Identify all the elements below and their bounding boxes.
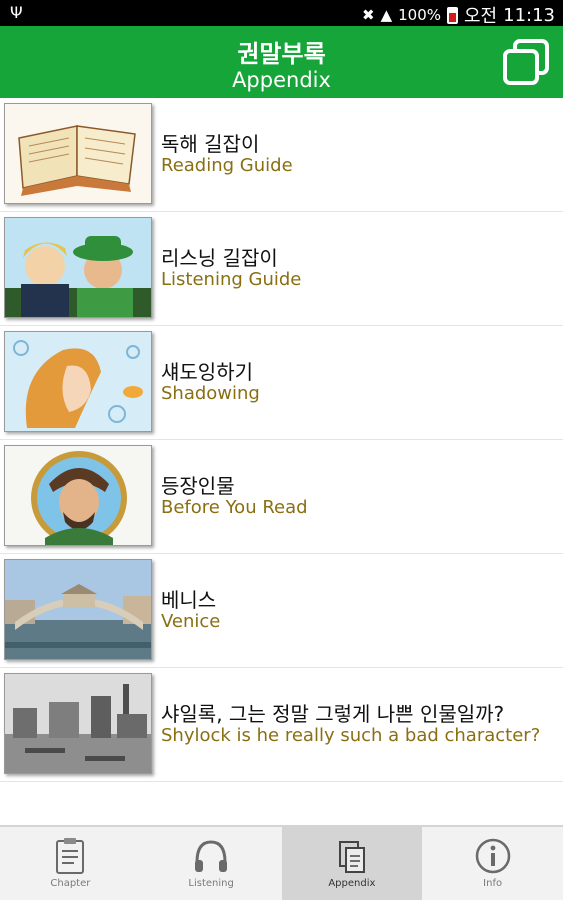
two-men-illustration [4, 217, 152, 318]
usb-icon: Ψ [10, 3, 23, 22]
woman-illustration [4, 331, 152, 432]
status-bar: Ψ ✖ ▲ 100% 오전 11:13 [0, 0, 563, 28]
mute-icon: ✖ [361, 6, 375, 24]
venice-historic-photo [4, 673, 152, 774]
list-item-subtitle: Shadowing [161, 383, 260, 404]
bottom-nav: Chapter Listening Appendix Info [0, 825, 563, 900]
wifi-icon: ▲ [380, 6, 393, 24]
list-item-title: 리스닝 길잡이 [161, 246, 278, 270]
info-icon [475, 838, 510, 874]
list-item-title: 베니스 [161, 588, 217, 612]
copy-pages-icon[interactable] [499, 35, 553, 87]
list-item-subtitle: Venice [161, 611, 221, 632]
battery-icon [447, 6, 458, 24]
tab-label: Appendix [328, 878, 376, 889]
page-title-korean: 권말부록 [237, 40, 326, 68]
headphones-icon [195, 840, 228, 872]
status-time: 11:13 [503, 4, 555, 26]
page-title-english: Appendix [232, 68, 331, 92]
tab-label: Info [483, 878, 503, 889]
list-item-title: 등장인물 [161, 474, 235, 498]
list-item-shadowing[interactable]: 섀도잉하기 Shadowing [0, 326, 563, 440]
tab-listening[interactable]: Listening [141, 827, 282, 900]
clipboard-icon [56, 838, 85, 874]
list-item-subtitle: Listening Guide [161, 269, 302, 290]
list-item-title: 샤일록, 그는 정말 그렇게 나쁜 인물일까? [161, 702, 505, 726]
list-item-before-you-read[interactable]: 등장인물 Before You Read [0, 440, 563, 554]
list-item-listening-guide[interactable]: 리스닝 길잡이 Listening Guide [0, 212, 563, 326]
tab-label: Listening [188, 878, 234, 889]
portrait-illustration [4, 445, 152, 546]
list-item-reading-guide[interactable]: 독해 길잡이 Reading Guide [0, 98, 563, 212]
rialto-bridge-photo [4, 559, 152, 660]
tab-chapter[interactable]: Chapter [0, 827, 141, 900]
list-item-subtitle: Shylock is he really such a bad characte… [161, 725, 541, 746]
open-book-illustration [4, 103, 152, 204]
list-item-venice[interactable]: 베니스 Venice [0, 554, 563, 668]
documents-icon [338, 841, 365, 873]
appendix-list: 독해 길잡이 Reading Guide 리스닝 길잡이 Listening G… [0, 98, 563, 782]
list-item-subtitle: Reading Guide [161, 155, 293, 176]
list-item-title: 섀도잉하기 [161, 360, 253, 384]
list-item-subtitle: Before You Read [161, 497, 308, 518]
tab-info[interactable]: Info [422, 827, 563, 900]
list-item-shylock[interactable]: 샤일록, 그는 정말 그렇게 나쁜 인물일까? Shylock is he re… [0, 668, 563, 782]
status-icons: ✖ ▲ 100% 오전 11:13 [362, 2, 555, 28]
battery-percent: 100% [398, 6, 441, 24]
list-item-title: 독해 길잡이 [161, 132, 260, 156]
app-header: 권말부록 Appendix [0, 26, 563, 98]
tab-appendix[interactable]: Appendix [281, 827, 423, 900]
status-ampm: 오전 [464, 6, 498, 27]
tab-label: Chapter [50, 878, 91, 889]
